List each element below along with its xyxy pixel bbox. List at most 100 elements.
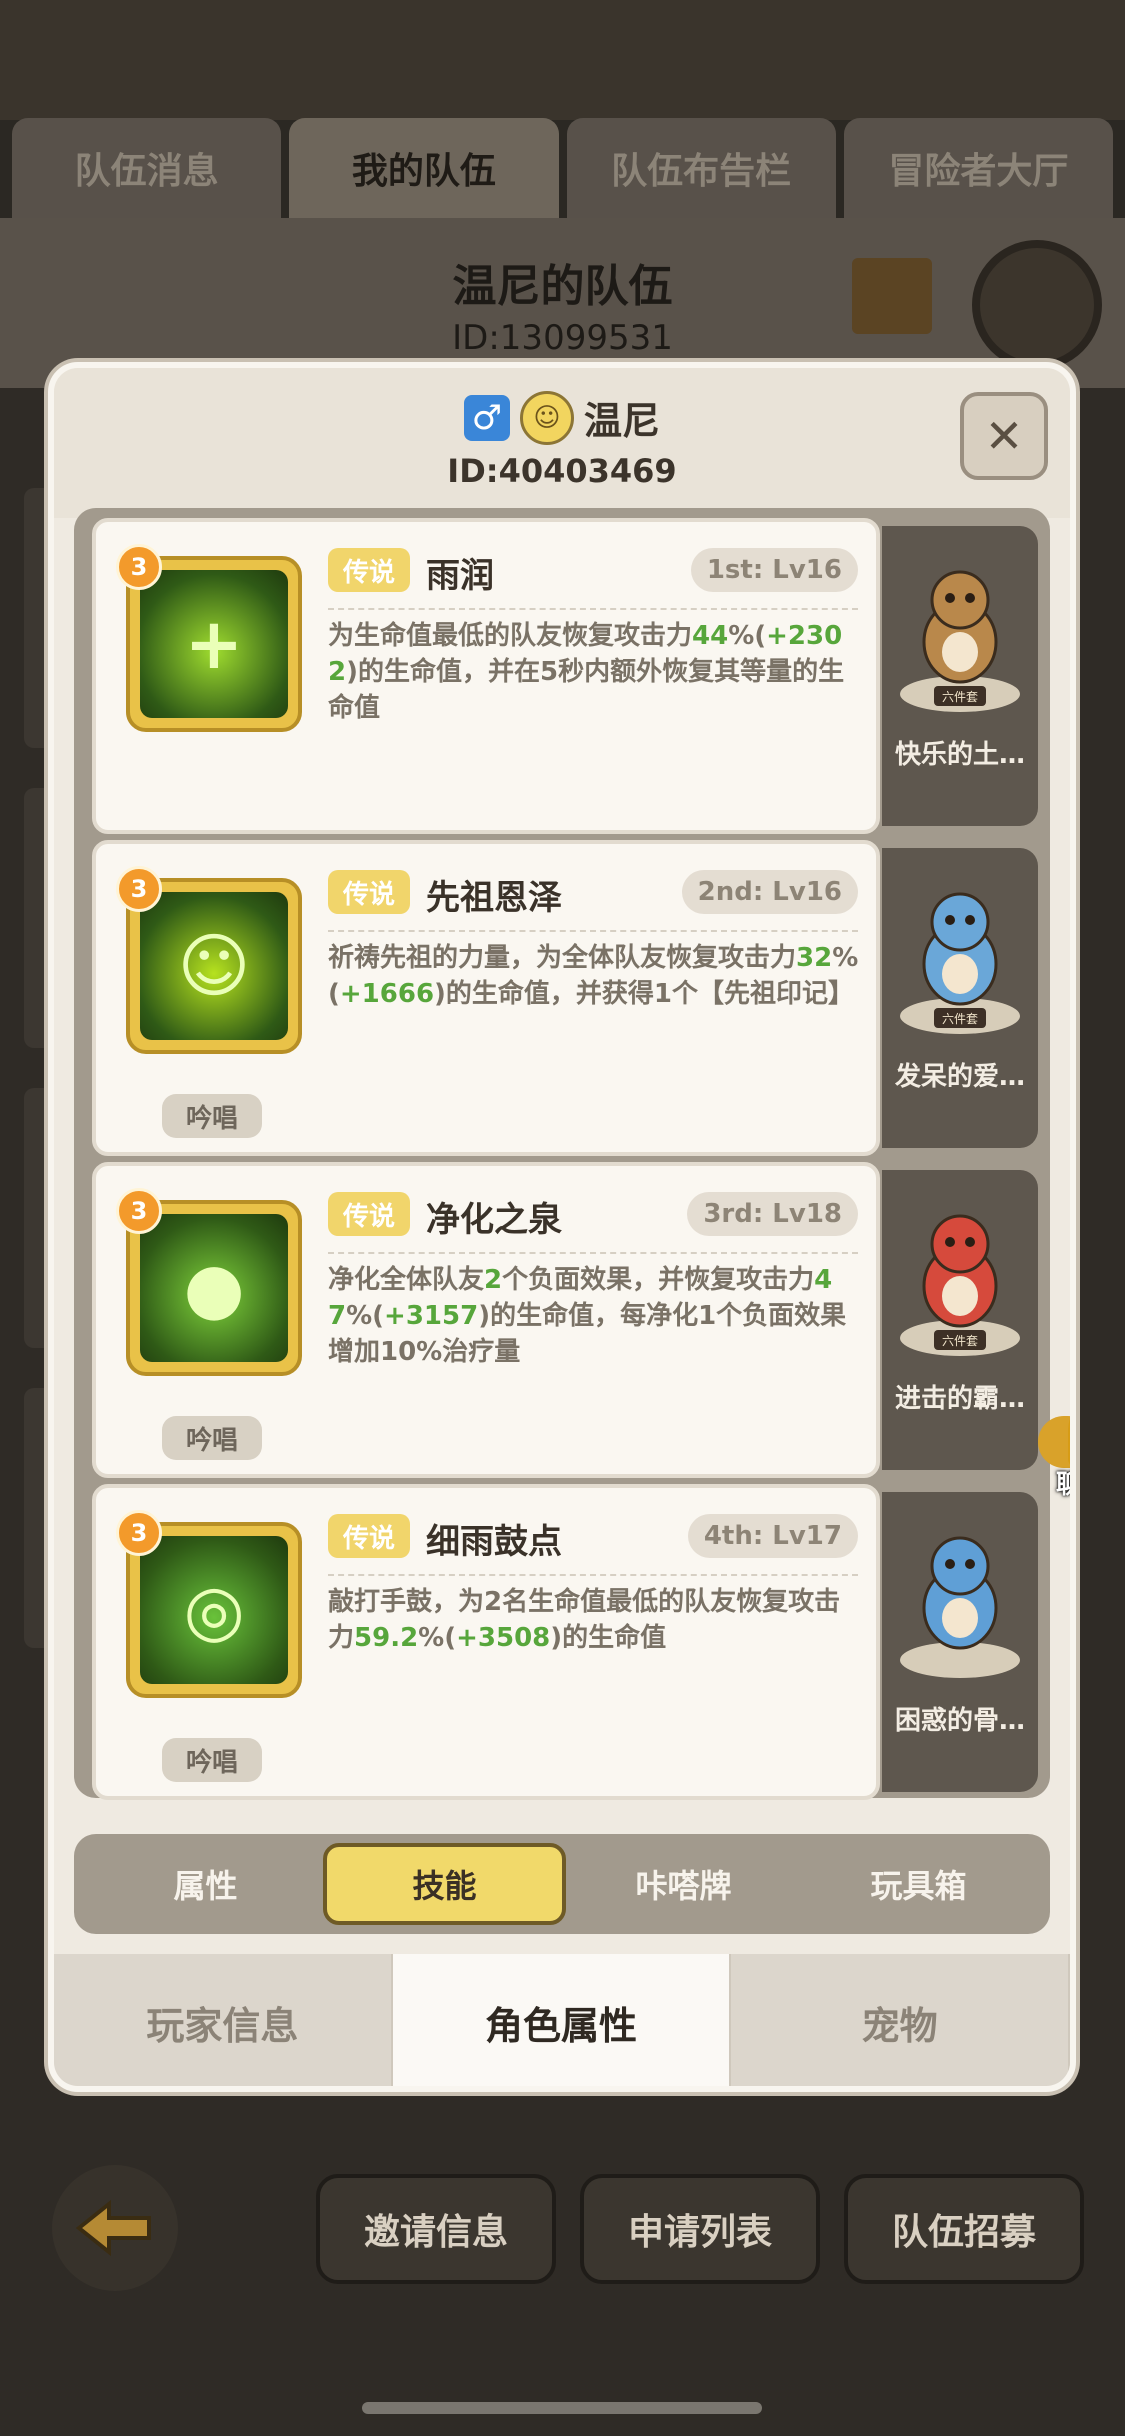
skill-icon: ● <box>140 1214 288 1362</box>
skill-card[interactable]: +3 传说 雨润 1st: Lv16 为生命值最低的队友恢复攻击力44%(+2302)的… <box>92 518 880 834</box>
player-name: 温尼 <box>583 399 660 443</box>
skill-description: 为生命值最低的队友恢复攻击力44%(+2302)的生命值，并在5秒内额外恢复其等… <box>328 618 864 726</box>
skill-card[interactable]: ◎ 3 吟唱 传说 细雨鼓点 4th: Lv17 敲打手鼓，为2名生命值最低的队友恢复攻击力… <box>92 1484 880 1800</box>
pet-portrait <box>908 874 1012 1024</box>
desc-value: +1666 <box>339 979 435 1009</box>
skill-name: 先祖恩泽 <box>426 878 562 918</box>
tab-toy-box[interactable]: 玩具箱 <box>801 1843 1036 1925</box>
tab-team-board[interactable]: 队伍布告栏 <box>566 118 836 218</box>
pet-name: 发呆的爱… <box>894 1062 1025 1092</box>
pet-panel[interactable]: 六件套 快乐的土… <box>882 526 1038 826</box>
pet-panel[interactable]: 六件套 发呆的爱… <box>882 848 1038 1148</box>
male-icon: ♂ <box>463 394 510 441</box>
rarity-tag: 传说 <box>328 548 410 592</box>
skill-name: 细雨鼓点 <box>426 1522 562 1562</box>
team-title: 温尼的队伍 <box>452 261 673 312</box>
tab-pets[interactable]: 宠物 <box>731 1954 1070 2086</box>
desc-text: %( <box>728 621 767 651</box>
skill-glyph-icon: ☺ <box>177 925 251 1007</box>
skill-description: 净化全体队友2个负面效果，并恢复攻击力47%(+3157)的生命值，每净化1个负… <box>328 1262 864 1370</box>
scroll-icon[interactable] <box>852 258 932 334</box>
player-detail-modal: ♂ ☺ 温尼 ID:40403469 ✕ +3 传说 雨润 1st: Lv16 为生命值… <box>48 362 1076 2092</box>
desc-text: )的生命值 <box>550 1623 667 1653</box>
desc-text: %( <box>418 1623 457 1653</box>
chant-badge: 吟唱 <box>162 1094 262 1138</box>
divider <box>328 1252 858 1254</box>
team-recruit-button[interactable]: 队伍招募 <box>844 2174 1084 2284</box>
tab-adventurer-hall[interactable]: 冒险者大厅 <box>843 118 1113 218</box>
rarity-tag: 传说 <box>328 1192 410 1236</box>
tab-skills[interactable]: 技能 <box>323 1843 566 1925</box>
pet-set-label: 六件套 <box>934 686 986 706</box>
divider <box>328 608 858 610</box>
skill-list[interactable]: +3 传说 雨润 1st: Lv16 为生命值最低的队友恢复攻击力44%(+2302)的… <box>74 508 1050 1800</box>
divider <box>328 930 858 932</box>
skill-icon: ☺ <box>140 892 288 1040</box>
desc-text: 祈祷先祖的力量，为全体队友恢复攻击力 <box>328 943 797 973</box>
skill-level-badge: 3 <box>116 1188 162 1234</box>
desc-text: 为生命值最低的队友恢复攻击力 <box>328 621 693 651</box>
skill-level-badge: 3 <box>116 866 162 912</box>
pet-portrait <box>908 552 1012 702</box>
chant-badge: 吟唱 <box>162 1416 262 1460</box>
chat-bubble-back-icon <box>1038 1416 1070 1468</box>
pet-set-label: 六件套 <box>934 1330 986 1350</box>
pet-panel[interactable]: 困惑的骨… <box>882 1492 1038 1792</box>
tab-kada-cards[interactable]: 咔嗒牌 <box>566 1843 801 1925</box>
desc-value: +3157 <box>384 1301 479 1331</box>
tab-attributes[interactable]: 属性 <box>88 1843 323 1925</box>
desc-value: 32 <box>796 943 833 973</box>
status-bar-area <box>0 0 1125 120</box>
tab-player-info[interactable]: 玩家信息 <box>54 1954 393 2086</box>
skill-card[interactable]: ● 3 吟唱 传说 净化之泉 3rd: Lv18 净化全体队友2个负面效果，并恢复攻击力47… <box>92 1162 880 1478</box>
chat-bubble-icon <box>1068 1394 1070 1468</box>
rarity-tag: 传说 <box>328 870 410 914</box>
chat-button[interactable]: 聊天 <box>1032 1394 1070 1504</box>
team-id: ID:13099531 <box>452 318 673 358</box>
pet-name: 进击的霸… <box>894 1384 1025 1414</box>
skill-glyph-icon: ● <box>183 1247 245 1329</box>
skill-glyph-icon: + <box>184 603 244 685</box>
home-indicator[interactable] <box>362 2402 762 2414</box>
skill-icon: + <box>140 570 288 718</box>
skill-glyph-icon: ◎ <box>183 1569 245 1651</box>
tab-my-team[interactable]: 我的队伍 <box>289 118 559 218</box>
back-arrow-icon <box>75 2199 151 2257</box>
skill-slot-level: 4th: Lv17 <box>687 1514 858 1558</box>
player-id: ID:40403469 <box>447 452 677 490</box>
desc-value: 2 <box>484 1265 503 1295</box>
player-avatar-icon: ☺ <box>519 390 574 445</box>
close-button[interactable]: ✕ <box>960 392 1048 480</box>
desc-value: 44 <box>692 621 729 651</box>
chat-label: 聊天 <box>1032 1464 1070 1501</box>
back-button[interactable] <box>52 2165 178 2291</box>
skill-level-badge: 3 <box>116 544 162 590</box>
pet-portrait <box>908 1196 1012 1346</box>
application-list-button[interactable]: 申请列表 <box>580 2174 820 2284</box>
skill-name: 净化之泉 <box>426 1200 562 1240</box>
tab-team-messages[interactable]: 队伍消息 <box>12 118 282 218</box>
pet-panel[interactable]: 六件套进击的霸… <box>882 1170 1038 1470</box>
skill-icon: ◎ <box>140 1536 288 1684</box>
close-icon: ✕ <box>984 409 1024 463</box>
skill-slot-level: 1st: Lv16 <box>690 548 858 592</box>
sub-tabs: 属性 技能 咔嗒牌 玩具箱 <box>74 1834 1050 1934</box>
exit-team-icon[interactable] <box>972 240 1102 370</box>
desc-text: 个负面效果，并恢复攻击力 <box>502 1265 815 1295</box>
divider <box>328 1574 858 1576</box>
skill-card[interactable]: ☺ 3 吟唱 传说 先祖恩泽 2nd: Lv16 祈祷先祖的力量，为全体队友恢复攻击力32%… <box>92 840 880 1156</box>
skill-slot-level: 2nd: Lv16 <box>681 870 858 914</box>
pet-portrait <box>908 1518 1012 1668</box>
desc-text: )的生命值，并获得1个【先祖印记】 <box>434 979 855 1009</box>
desc-text: 净化全体队友 <box>328 1265 485 1295</box>
chant-badge: 吟唱 <box>162 1738 262 1782</box>
tab-character-attributes[interactable]: 角色属性 <box>392 1954 732 2086</box>
desc-value: 59.2 <box>354 1623 419 1653</box>
skill-description: 祈祷先祖的力量，为全体队友恢复攻击力32%(+1666)的生命值，并获得1个【先… <box>328 940 864 1012</box>
main-tabs: 玩家信息 角色属性 宠物 <box>54 1954 1070 2086</box>
team-tabs: 队伍消息 我的队伍 队伍布告栏 冒险者大厅 <box>0 118 1125 218</box>
desc-text: %( <box>346 1301 385 1331</box>
invite-info-button[interactable]: 邀请信息 <box>316 2174 556 2284</box>
skill-description: 敲打手鼓，为2名生命值最低的队友恢复攻击力59.2%(+3508)的生命值 <box>328 1584 864 1656</box>
rarity-tag: 传说 <box>328 1514 410 1558</box>
